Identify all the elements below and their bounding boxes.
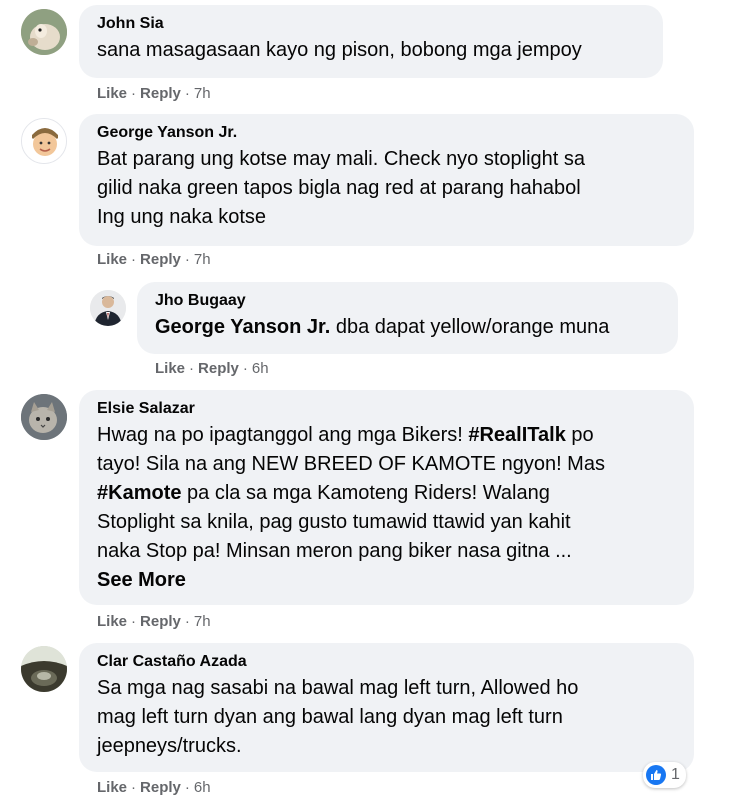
like-button[interactable]: Like [97, 779, 127, 796]
reply-button[interactable]: Reply [140, 85, 181, 102]
cat-avatar-icon [21, 394, 67, 440]
comment-actions: Like · Reply · 6h [97, 779, 211, 796]
comment-actions: Like · Reply · 6h [155, 360, 269, 377]
landscape-avatar-icon [21, 646, 67, 692]
comment-timestamp[interactable]: 7h [194, 613, 211, 630]
comment-timestamp[interactable]: 6h [252, 360, 269, 377]
avatar[interactable] [21, 9, 67, 55]
reply-button[interactable]: Reply [140, 779, 181, 796]
comment-actions: Like · Reply · 7h [97, 613, 211, 630]
reply-button[interactable]: Reply [198, 360, 239, 377]
reaction-summary[interactable]: 1 [643, 762, 686, 788]
avatar[interactable] [90, 290, 126, 326]
comment-text-line: gilid naka green tapos bigla nag red at … [97, 177, 581, 199]
mention-link[interactable]: George Yanson Jr. [155, 316, 330, 338]
like-reaction-icon [646, 765, 666, 785]
comment-text-line: Sa mga nag sasabi na bawal mag left turn… [97, 677, 579, 699]
comment-bubble: George Yanson Jr. Bat parang ung kotse m… [79, 114, 694, 246]
comment-author[interactable]: Clar Castaño Azada [97, 652, 678, 672]
suit-person-avatar-icon [90, 290, 126, 326]
reply-button[interactable]: Reply [140, 613, 181, 630]
comment-author[interactable]: Elsie Salazar [97, 399, 678, 419]
comment-text: George Yanson Jr. dba dapat yellow/orang… [155, 313, 662, 342]
comment-timestamp[interactable]: 7h [194, 85, 211, 102]
comment-text: sana masagasaan kayo ng pison, bobong mg… [97, 39, 582, 61]
comment-text-line: naka Stop pa! Minsan meron pang biker na… [97, 540, 572, 562]
reply-text: dba dapat yellow/orange muna [335, 316, 610, 338]
hashtag-link[interactable]: #Kamote [97, 482, 181, 504]
comment-bubble: Elsie Salazar Hwag na po ipagtanggol ang… [79, 390, 694, 605]
see-more-link[interactable]: See More [97, 566, 186, 595]
avatar[interactable] [21, 118, 67, 164]
comment-text-line: Bat parang ung kotse may mali. Check nyo… [97, 148, 586, 170]
avatar[interactable] [21, 394, 67, 440]
comment-actions: Like · Reply · 7h [97, 85, 211, 102]
comment-bubble: John Sia sana masagasaan kayo ng pison, … [79, 5, 663, 78]
comment-actions: Like · Reply · 7h [97, 251, 211, 268]
comment-author[interactable]: Jho Bugaay [155, 291, 662, 311]
comment-text-line: Hwag na po ipagtanggol ang mga Bikers! #… [97, 424, 594, 446]
comment-author[interactable]: John Sia [97, 14, 647, 34]
thumbs-up-icon [651, 770, 662, 780]
comment-timestamp[interactable]: 6h [194, 779, 211, 796]
avatar[interactable] [21, 646, 67, 692]
comment-text-line: jeepneys/trucks. [97, 735, 242, 757]
like-button[interactable]: Like [97, 85, 127, 102]
comment-text-line: Stoplight sa knila, pag gusto tumawid tt… [97, 511, 571, 533]
comment-text-line: #Kamote pa cla sa mga Kamoteng Riders! W… [97, 482, 550, 504]
cartoon-face-avatar-icon [22, 119, 66, 163]
like-button[interactable]: Like [155, 360, 185, 377]
like-button[interactable]: Like [97, 251, 127, 268]
reaction-count: 1 [671, 766, 680, 783]
reply-bubble: Jho Bugaay George Yanson Jr. dba dapat y… [137, 282, 678, 354]
comment-bubble: Clar Castaño Azada Sa mga nag sasabi na … [79, 643, 694, 772]
hashtag-link[interactable]: #RealITalk [468, 424, 565, 446]
comment-timestamp[interactable]: 7h [194, 251, 211, 268]
alpaca-avatar-icon [21, 9, 67, 55]
reply-button[interactable]: Reply [140, 251, 181, 268]
comment-text-line: tayo! Sila na ang NEW BREED OF KAMOTE ng… [97, 453, 605, 475]
like-button[interactable]: Like [97, 613, 127, 630]
comment-author[interactable]: George Yanson Jr. [97, 123, 678, 143]
comment-text-line: mag left turn dyan ang bawal lang dyan m… [97, 706, 563, 728]
comment-text-line: Ing ung naka kotse [97, 206, 267, 228]
